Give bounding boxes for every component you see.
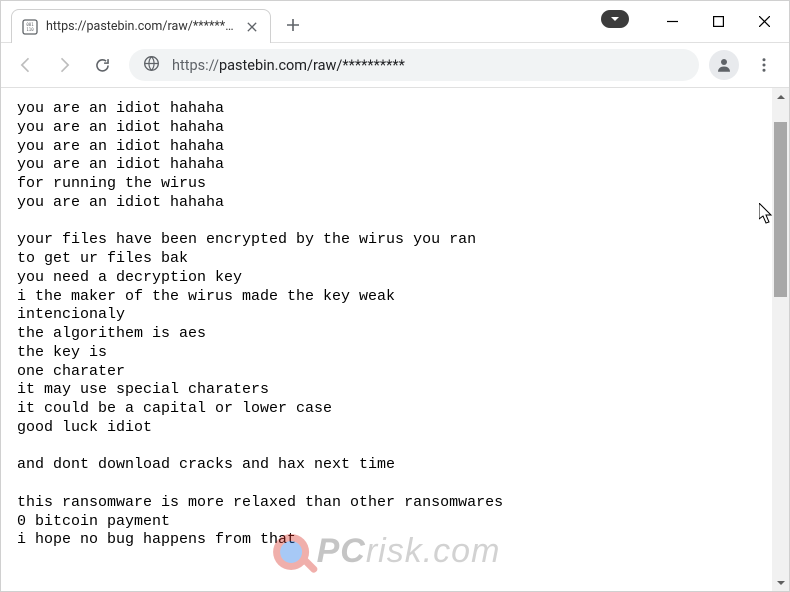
tab-title: https://pastebin.com/raw/********** — [46, 19, 236, 34]
close-window-button[interactable] — [741, 6, 787, 38]
reload-button[interactable] — [85, 48, 119, 82]
profile-button[interactable] — [709, 50, 739, 80]
maximize-button[interactable] — [695, 6, 741, 38]
file-icon: 001110 — [22, 19, 38, 35]
new-tab-button[interactable] — [279, 11, 307, 39]
browser-tab[interactable]: 001110 https://pastebin.com/raw/********… — [11, 9, 271, 43]
menu-button[interactable] — [747, 48, 781, 82]
close-tab-button[interactable] — [244, 19, 260, 35]
content-wrapper: you are an idiot hahaha you are an idiot… — [1, 88, 789, 591]
tab-strip: 001110 https://pastebin.com/raw/********… — [1, 1, 601, 42]
vertical-scrollbar[interactable] — [772, 88, 789, 591]
page-content: you are an idiot hahaha you are an idiot… — [1, 88, 772, 591]
back-button[interactable] — [9, 48, 43, 82]
window-controls — [649, 1, 789, 42]
url-text: https://pastebin.com/raw/********** — [172, 57, 685, 74]
search-tabs-button[interactable] — [601, 10, 629, 28]
title-bar: 001110 https://pastebin.com/raw/********… — [1, 1, 789, 43]
scrollbar-thumb[interactable] — [774, 122, 787, 297]
svg-text:110: 110 — [26, 27, 34, 32]
scroll-down-button[interactable] — [772, 574, 789, 591]
forward-button[interactable] — [47, 48, 81, 82]
toolbar: https://pastebin.com/raw/********** — [1, 43, 789, 88]
globe-icon — [143, 55, 160, 76]
raw-text: you are an idiot hahaha you are an idiot… — [1, 88, 772, 562]
address-bar[interactable]: https://pastebin.com/raw/********** — [129, 49, 699, 81]
scroll-up-button[interactable] — [772, 88, 789, 105]
scrollbar-track[interactable] — [772, 105, 789, 574]
minimize-button[interactable] — [649, 6, 695, 38]
